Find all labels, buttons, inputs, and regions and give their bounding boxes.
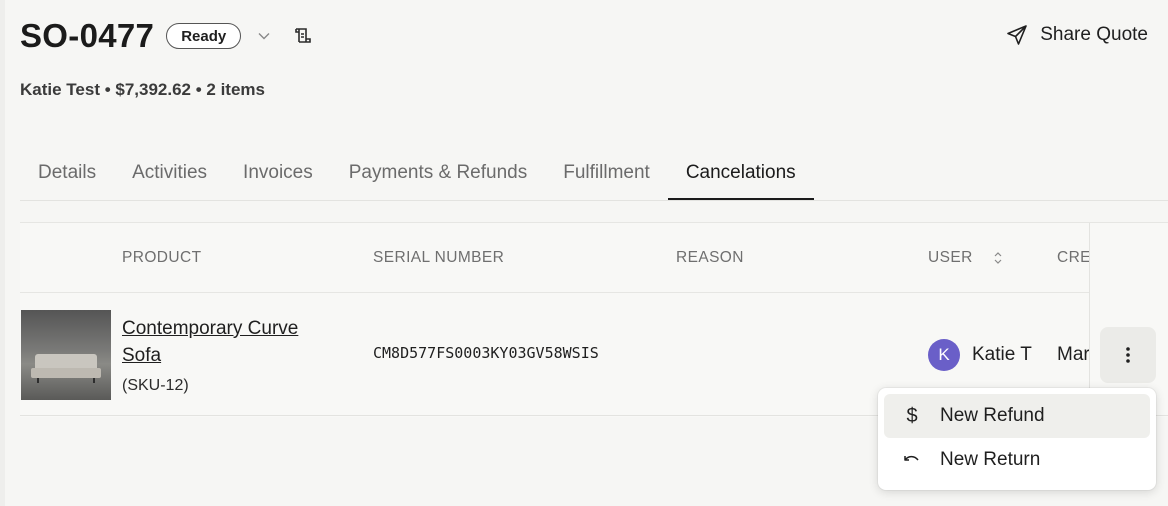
menu-item-new-return[interactable]: New Return bbox=[884, 438, 1150, 482]
menu-item-new-refund[interactable]: $ New Refund bbox=[884, 394, 1150, 438]
share-quote-label: Share Quote bbox=[1040, 24, 1148, 45]
menu-item-label: New Refund bbox=[940, 405, 1045, 426]
tab-payments-refunds[interactable]: Payments & Refunds bbox=[331, 152, 545, 200]
column-header-user[interactable]: USER bbox=[928, 249, 1003, 267]
product-sku: (SKU-12) bbox=[122, 377, 189, 394]
menu-item-label: New Return bbox=[940, 449, 1041, 470]
column-header-user-label: USER bbox=[928, 249, 973, 266]
kebab-icon bbox=[1126, 347, 1130, 363]
header-divider bbox=[20, 292, 1168, 293]
sort-icon[interactable] bbox=[993, 251, 1003, 265]
product-name-link[interactable]: Contemporary Curve Sofa bbox=[122, 315, 342, 369]
undo-icon bbox=[884, 453, 940, 467]
serial-number: CM8D577FS0003KY03GV58WSIS bbox=[373, 344, 599, 362]
tab-fulfillment[interactable]: Fulfillment bbox=[545, 152, 668, 200]
row-actions-button[interactable] bbox=[1100, 327, 1156, 383]
order-id: SO-0477 bbox=[20, 17, 155, 54]
user-cell: K Katie T bbox=[928, 339, 1032, 371]
column-header-product: PRODUCT bbox=[122, 249, 202, 266]
tab-invoices[interactable]: Invoices bbox=[225, 152, 331, 200]
order-header: SO-0477 Ready bbox=[20, 14, 313, 58]
share-quote-button[interactable]: Share Quote bbox=[1006, 24, 1148, 46]
tab-activities[interactable]: Activities bbox=[114, 152, 225, 200]
user-name: Katie T bbox=[972, 344, 1032, 365]
tab-cancelations[interactable]: Cancelations bbox=[667, 152, 814, 200]
avatar: K bbox=[928, 339, 960, 371]
left-edge bbox=[0, 0, 5, 506]
order-page: SO-0477 Ready Share Quote Katie Test • $… bbox=[0, 0, 1168, 506]
row-actions-menu: $ New Refund New Return bbox=[878, 388, 1156, 490]
column-header-created[interactable]: CRE bbox=[1057, 249, 1089, 267]
created-date: Mar bbox=[1057, 344, 1089, 365]
product-thumbnail bbox=[21, 310, 111, 400]
order-summary: Katie Test • $7,392.62 • 2 items bbox=[20, 80, 265, 99]
column-header-serial-number: SERIAL NUMBER bbox=[373, 249, 505, 266]
send-icon bbox=[1006, 24, 1028, 46]
scroll-document-icon[interactable] bbox=[293, 26, 313, 46]
tab-bar: Details Activities Invoices Payments & R… bbox=[20, 152, 1168, 201]
status-badge[interactable]: Ready bbox=[166, 23, 242, 49]
dollar-icon: $ bbox=[906, 404, 918, 427]
column-header-reason: REASON bbox=[676, 249, 744, 266]
tab-details[interactable]: Details bbox=[20, 152, 114, 200]
chevron-down-icon[interactable] bbox=[257, 29, 271, 43]
